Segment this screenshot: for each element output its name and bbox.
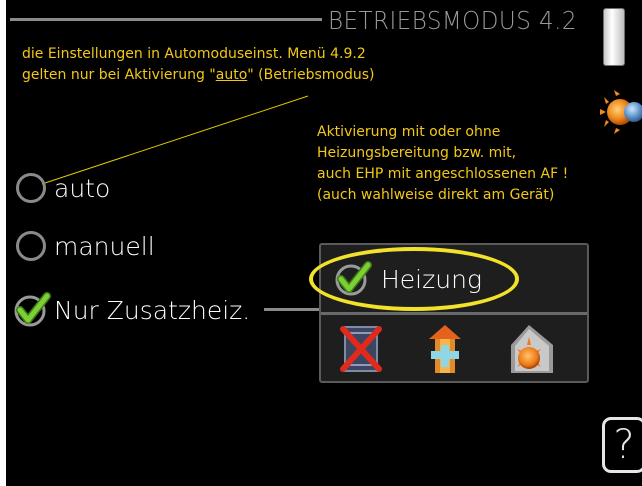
page-title: BETRIEBSMODUS 4.2 <box>328 6 578 35</box>
mode-option-label: manuell <box>54 231 155 261</box>
mode-option-nur-zusatzheiz[interactable]: Nur Zusatzheiz. <box>14 290 251 330</box>
popup-divider <box>321 312 587 315</box>
highlight-ellipse <box>309 247 519 311</box>
pool-heating-icon[interactable] <box>507 323 555 375</box>
mode-option-label: Nur Zusatzheiz. <box>54 295 251 325</box>
mode-option-label: auto <box>54 173 111 203</box>
annotation-auto-line2-after: " (Betriebsmodus) <box>247 67 375 83</box>
radio-unchecked-icon <box>16 173 46 203</box>
annotation-heizung-line: (auch wahlweise direkt am Gerät) <box>317 187 555 203</box>
annotation-heizung-line: Aktivierung mit oder ohne <box>317 124 501 140</box>
header-rule <box>10 18 322 21</box>
radio-checked-icon <box>14 292 51 327</box>
display-screen: BETRIEBSMODUS 4.2 die Einstellungen in A… <box>0 0 642 486</box>
scroll-indicator[interactable] <box>603 8 625 66</box>
annotation-auto-line1: die Einstellungen in Automoduseinst. Men… <box>22 46 366 62</box>
annotation-heizung-note: Aktivierung mit oder ohne Heizungsbereit… <box>317 122 568 206</box>
annotation-auto-line2-before: gelten nur bei Aktivierung " <box>22 67 216 83</box>
submenu-connector <box>264 308 320 311</box>
mode-option-auto[interactable]: auto <box>16 168 110 208</box>
radio-unchecked-icon <box>16 231 46 261</box>
additional-heat-icon[interactable] <box>421 323 469 375</box>
annotation-auto-link: auto <box>215 67 248 83</box>
heating-off-icon[interactable] <box>337 323 385 375</box>
help-button[interactable]: ? <box>602 417 642 473</box>
annotation-heizung-line: auch EHP mit angeschlossenen AF ! <box>317 166 569 182</box>
operating-mode-icon <box>600 90 642 134</box>
annotation-auto-line2: gelten nur bei Aktivierung "auto" (Betri… <box>22 65 374 86</box>
mode-option-manuell[interactable]: manuell <box>16 226 155 266</box>
annotation-auto-note: die Einstellungen in Automoduseinst. Men… <box>22 44 374 86</box>
annotation-heizung-line: Heizungsbereitung bzw. mit, <box>317 145 517 161</box>
